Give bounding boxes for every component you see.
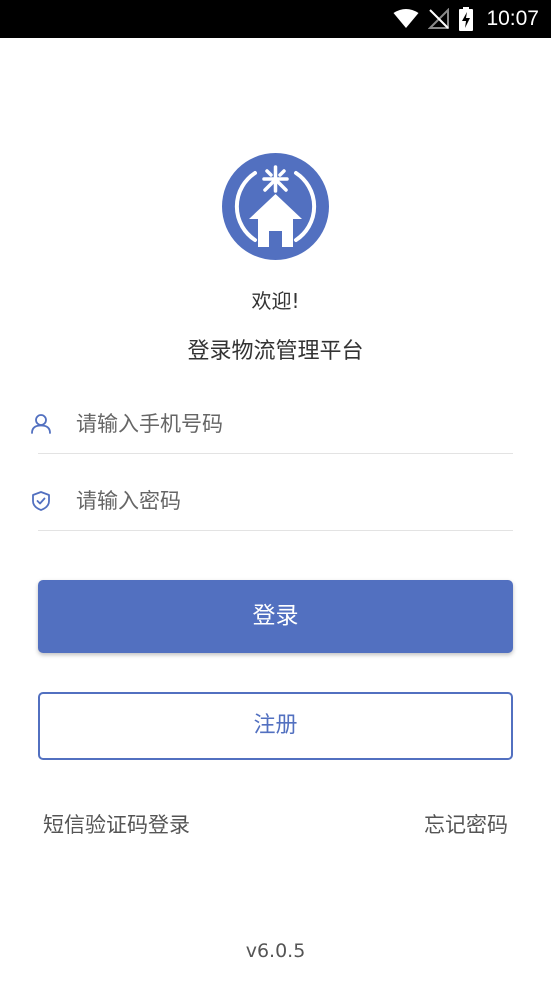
status-bar: 10:07: [0, 0, 551, 38]
status-icons: 10:07: [393, 0, 539, 38]
app-logo: [222, 153, 329, 260]
page-title: 登录物流管理平台: [187, 339, 364, 364]
password-field: [32, 471, 513, 531]
register-button[interactable]: 注册: [38, 692, 513, 760]
status-time: 10:07: [486, 7, 539, 30]
no-signal-icon: [428, 8, 450, 29]
password-input[interactable]: [76, 483, 496, 519]
phone-field: [31, 394, 513, 454]
battery-charging-icon: [459, 7, 474, 31]
shield-check-icon: [32, 491, 50, 511]
version-label: v6.0.5: [245, 940, 306, 962]
phone-input[interactable]: [76, 406, 496, 442]
sms-login-link[interactable]: 短信验证码登录: [43, 809, 190, 839]
forgot-password-link[interactable]: 忘记密码: [424, 809, 508, 839]
user-icon: [31, 414, 51, 434]
wifi-icon: [393, 9, 419, 28]
login-button[interactable]: 登录: [38, 580, 513, 653]
welcome-text: 欢迎!: [251, 289, 300, 313]
